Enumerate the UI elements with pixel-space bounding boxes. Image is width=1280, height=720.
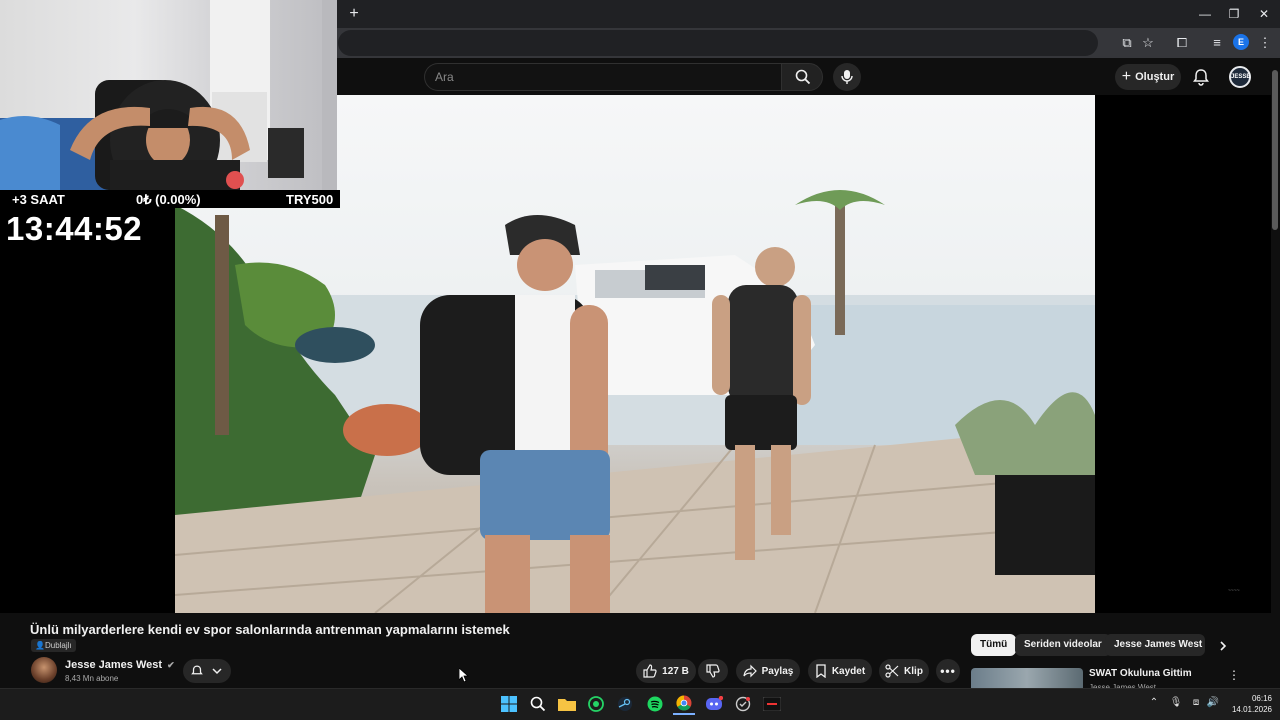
create-label: Oluştur — [1135, 71, 1175, 83]
clip-label: Klip — [904, 665, 923, 677]
bell-icon — [191, 665, 203, 675]
dubbed-badge: 👤Dublajlı — [31, 639, 76, 652]
close-button[interactable]: ✕ — [1254, 5, 1274, 23]
dubbed-label: Dublajlı — [44, 641, 72, 650]
network-icon[interactable]: ⧈ — [1189, 696, 1203, 710]
webcam-scene — [0, 0, 337, 190]
timer-panel — [0, 208, 175, 613]
recommended-video-title[interactable]: SWAT Okuluna Gittim — [1089, 668, 1192, 679]
browser-menu-icon[interactable]: ⋮ — [1256, 34, 1274, 52]
page-scrollbar-thumb[interactable] — [1272, 70, 1278, 230]
discord-icon[interactable] — [703, 693, 725, 715]
media-control-icon[interactable]: ≡ — [1208, 34, 1226, 52]
share-icon — [743, 664, 757, 678]
person-icon: 👤 — [35, 641, 45, 650]
taskbar-app-icon[interactable] — [732, 693, 754, 715]
create-button[interactable]: + Oluştur — [1115, 64, 1181, 90]
save-label: Kaydet — [831, 665, 866, 677]
search-input[interactable] — [425, 64, 781, 90]
subscription-notify-button[interactable] — [183, 659, 231, 683]
chevron-down-icon — [212, 668, 222, 675]
stream-timer: 13:44:52 — [6, 210, 143, 247]
file-explorer-icon[interactable] — [556, 693, 578, 715]
thumbs-down-icon — [706, 664, 720, 678]
chrome-icon[interactable] — [673, 693, 695, 715]
plus-icon: + — [1121, 68, 1132, 85]
verified-icon: ✔ — [167, 660, 175, 670]
subscriber-count: 8,43 Mn abone — [65, 674, 119, 683]
windows-taskbar — [0, 688, 1280, 720]
address-bar[interactable] — [338, 30, 1098, 56]
recommended-video-thumbnail[interactable] — [971, 668, 1083, 688]
channel-name-text: Jesse James West — [65, 659, 163, 671]
video-title: Ünlü milyarderlere kendi ev spor salonla… — [30, 622, 510, 637]
steam-icon[interactable] — [614, 693, 636, 715]
clock-date: 14.01.2026 — [1231, 705, 1272, 714]
share-label: Paylaş — [761, 665, 794, 677]
chevron-right-icon[interactable] — [1217, 640, 1229, 652]
like-button[interactable]: 127 B — [636, 659, 696, 683]
volume-icon[interactable]: 🔊 — [1206, 696, 1220, 710]
minimize-button[interactable]: — — [1195, 5, 1215, 23]
tray-overflow-icon[interactable]: ⌃ — [1147, 696, 1161, 710]
chip-channel[interactable]: Jesse James West ad — [1105, 634, 1205, 656]
search-button[interactable] — [781, 63, 823, 91]
thumbs-up-icon — [643, 664, 657, 678]
windows-start-icon[interactable] — [498, 693, 520, 715]
chip-all[interactable]: Tümü — [971, 634, 1017, 656]
recommended-video-menu-icon[interactable]: ⋮ — [1228, 668, 1240, 682]
whatsapp-icon[interactable] — [585, 693, 607, 715]
clip-button[interactable]: Klip — [879, 659, 929, 683]
scissors-icon — [885, 664, 899, 678]
bookmark-star-icon[interactable]: ☆ — [1139, 34, 1157, 52]
search-field[interactable] — [424, 63, 781, 91]
webcam-overlay — [0, 0, 337, 190]
extra-time-label: +3 SAAT — [12, 192, 65, 207]
chip-series[interactable]: Seriden videolar — [1015, 634, 1111, 656]
like-count: 127 B — [662, 665, 689, 677]
browser-profile-avatar[interactable]: E — [1233, 34, 1249, 50]
system-clock[interactable]: 06:16 14.01.2026 — [1224, 693, 1272, 715]
bookmark-icon — [816, 664, 826, 678]
donation-bar: +3 SAAT 0₺ (0.00%) TRY500 — [0, 190, 340, 208]
new-tab-button[interactable]: + — [345, 5, 363, 23]
channel-avatar[interactable] — [31, 657, 57, 683]
clock-time: 06:16 — [1251, 694, 1272, 703]
extensions-icon[interactable]: ⧠ — [1173, 34, 1191, 52]
donation-amount: 0₺ (0.00%) — [136, 192, 201, 207]
search-icon — [795, 69, 811, 85]
video-watermark: ~~~~ — [1228, 588, 1240, 594]
spotify-icon[interactable] — [644, 693, 666, 715]
dislike-button[interactable] — [698, 659, 728, 683]
account-avatar[interactable]: JESSE — [1229, 66, 1251, 88]
voice-search-button[interactable] — [833, 63, 861, 91]
mouse-cursor-icon — [459, 668, 469, 682]
save-button[interactable]: Kaydet — [808, 659, 872, 683]
microphone-tray-icon[interactable]: 🎙 — [1169, 696, 1183, 710]
install-app-icon[interactable]: ⧉ — [1118, 34, 1136, 52]
microphone-icon — [841, 70, 853, 84]
notifications-bell-icon[interactable] — [1191, 67, 1211, 87]
share-button[interactable]: Paylaş — [736, 659, 800, 683]
donation-goal: TRY500 — [286, 192, 334, 207]
theater-side-area — [1095, 95, 1280, 613]
taskbar-search-icon[interactable] — [527, 693, 549, 715]
restore-button[interactable]: ❐ — [1224, 5, 1244, 23]
more-actions-button[interactable]: ••• — [936, 659, 960, 683]
streaming-app-icon[interactable] — [761, 693, 783, 715]
more-horizontal-icon: ••• — [940, 664, 956, 678]
channel-name[interactable]: Jesse James West ✔ — [65, 659, 175, 671]
